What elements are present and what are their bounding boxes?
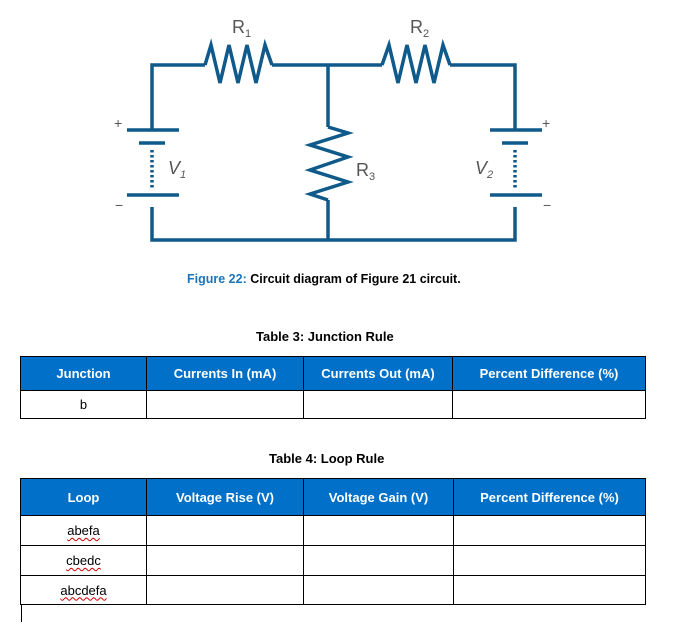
table4-title: Table 4: Loop Rule bbox=[269, 451, 385, 466]
v1-minus-sign: − bbox=[115, 197, 123, 213]
table-row: abefa bbox=[20, 515, 646, 546]
figure-caption-text: Circuit diagram of Figure 21 circuit. bbox=[246, 272, 461, 286]
label-v2: V2 bbox=[475, 158, 493, 181]
percent-diff-cell[interactable] bbox=[453, 545, 646, 576]
wire-top-left bbox=[150, 63, 205, 130]
figure-number: Figure 22: bbox=[187, 272, 247, 286]
percent-diff-cell[interactable] bbox=[452, 390, 646, 419]
v2-minus-sign: − bbox=[543, 197, 551, 213]
voltage-rise-cell[interactable] bbox=[146, 575, 304, 605]
table4-header-row: Loop Voltage Rise (V) Voltage Gain (V) P… bbox=[20, 478, 646, 516]
table4-header-voltage-rise: Voltage Rise (V) bbox=[146, 478, 304, 516]
currents-out-cell[interactable] bbox=[303, 390, 453, 419]
wire-bottom bbox=[150, 207, 517, 242]
table4-header-voltage-gain: Voltage Gain (V) bbox=[303, 478, 454, 516]
table3-header-currents-out: Currents Out (mA) bbox=[303, 356, 453, 391]
loop-cell[interactable]: abcdefa bbox=[20, 575, 147, 605]
label-r3: R3 bbox=[356, 160, 375, 183]
resistor-r3 bbox=[304, 125, 354, 202]
percent-diff-cell[interactable] bbox=[453, 575, 646, 605]
table4-header-loop: Loop bbox=[20, 478, 147, 516]
voltage-gain-cell[interactable] bbox=[303, 575, 454, 605]
v1-plus-sign: + bbox=[114, 115, 122, 131]
resistor-r2 bbox=[380, 38, 452, 84]
circuit-diagram: R1 R2 R3 V1 V2 + − + − bbox=[114, 17, 551, 242]
label-r2: R2 bbox=[410, 17, 429, 40]
table3-header-currents-in: Currents In (mA) bbox=[146, 356, 304, 391]
table3-header-junction: Junction bbox=[20, 356, 147, 391]
resistor-r1 bbox=[203, 38, 274, 84]
table-row: cbedc bbox=[20, 545, 646, 576]
loop-cell[interactable]: abefa bbox=[20, 515, 147, 546]
loop-rule-table: Loop Voltage Rise (V) Voltage Gain (V) P… bbox=[20, 478, 646, 605]
label-v1: V1 bbox=[168, 158, 186, 181]
text-cursor bbox=[21, 604, 22, 622]
junction-cell[interactable]: b bbox=[20, 390, 147, 419]
junction-rule-table: Junction Currents In (mA) Currents Out (… bbox=[20, 356, 646, 419]
loop-name: cbedc bbox=[66, 553, 101, 568]
voltage-rise-cell[interactable] bbox=[146, 545, 304, 576]
table3-title: Table 3: Junction Rule bbox=[256, 329, 394, 344]
percent-diff-cell[interactable] bbox=[453, 515, 646, 546]
voltage-rise-cell[interactable] bbox=[146, 515, 304, 546]
label-r1: R1 bbox=[232, 17, 251, 40]
v2-plus-sign: + bbox=[542, 115, 550, 131]
loop-name: abefa bbox=[67, 523, 100, 538]
table-row: abcdefa bbox=[20, 575, 646, 605]
voltage-gain-cell[interactable] bbox=[303, 515, 454, 546]
currents-in-cell[interactable] bbox=[146, 390, 304, 419]
table-row: b bbox=[20, 390, 646, 419]
loop-cell[interactable]: cbedc bbox=[20, 545, 147, 576]
table3-header-row: Junction Currents In (mA) Currents Out (… bbox=[20, 356, 646, 391]
loop-name: abcdefa bbox=[60, 582, 107, 598]
wire-top-right bbox=[450, 63, 517, 130]
table4-header-percent-diff: Percent Difference (%) bbox=[453, 478, 646, 516]
table3-header-percent-diff: Percent Difference (%) bbox=[452, 356, 646, 391]
voltage-gain-cell[interactable] bbox=[303, 545, 454, 576]
